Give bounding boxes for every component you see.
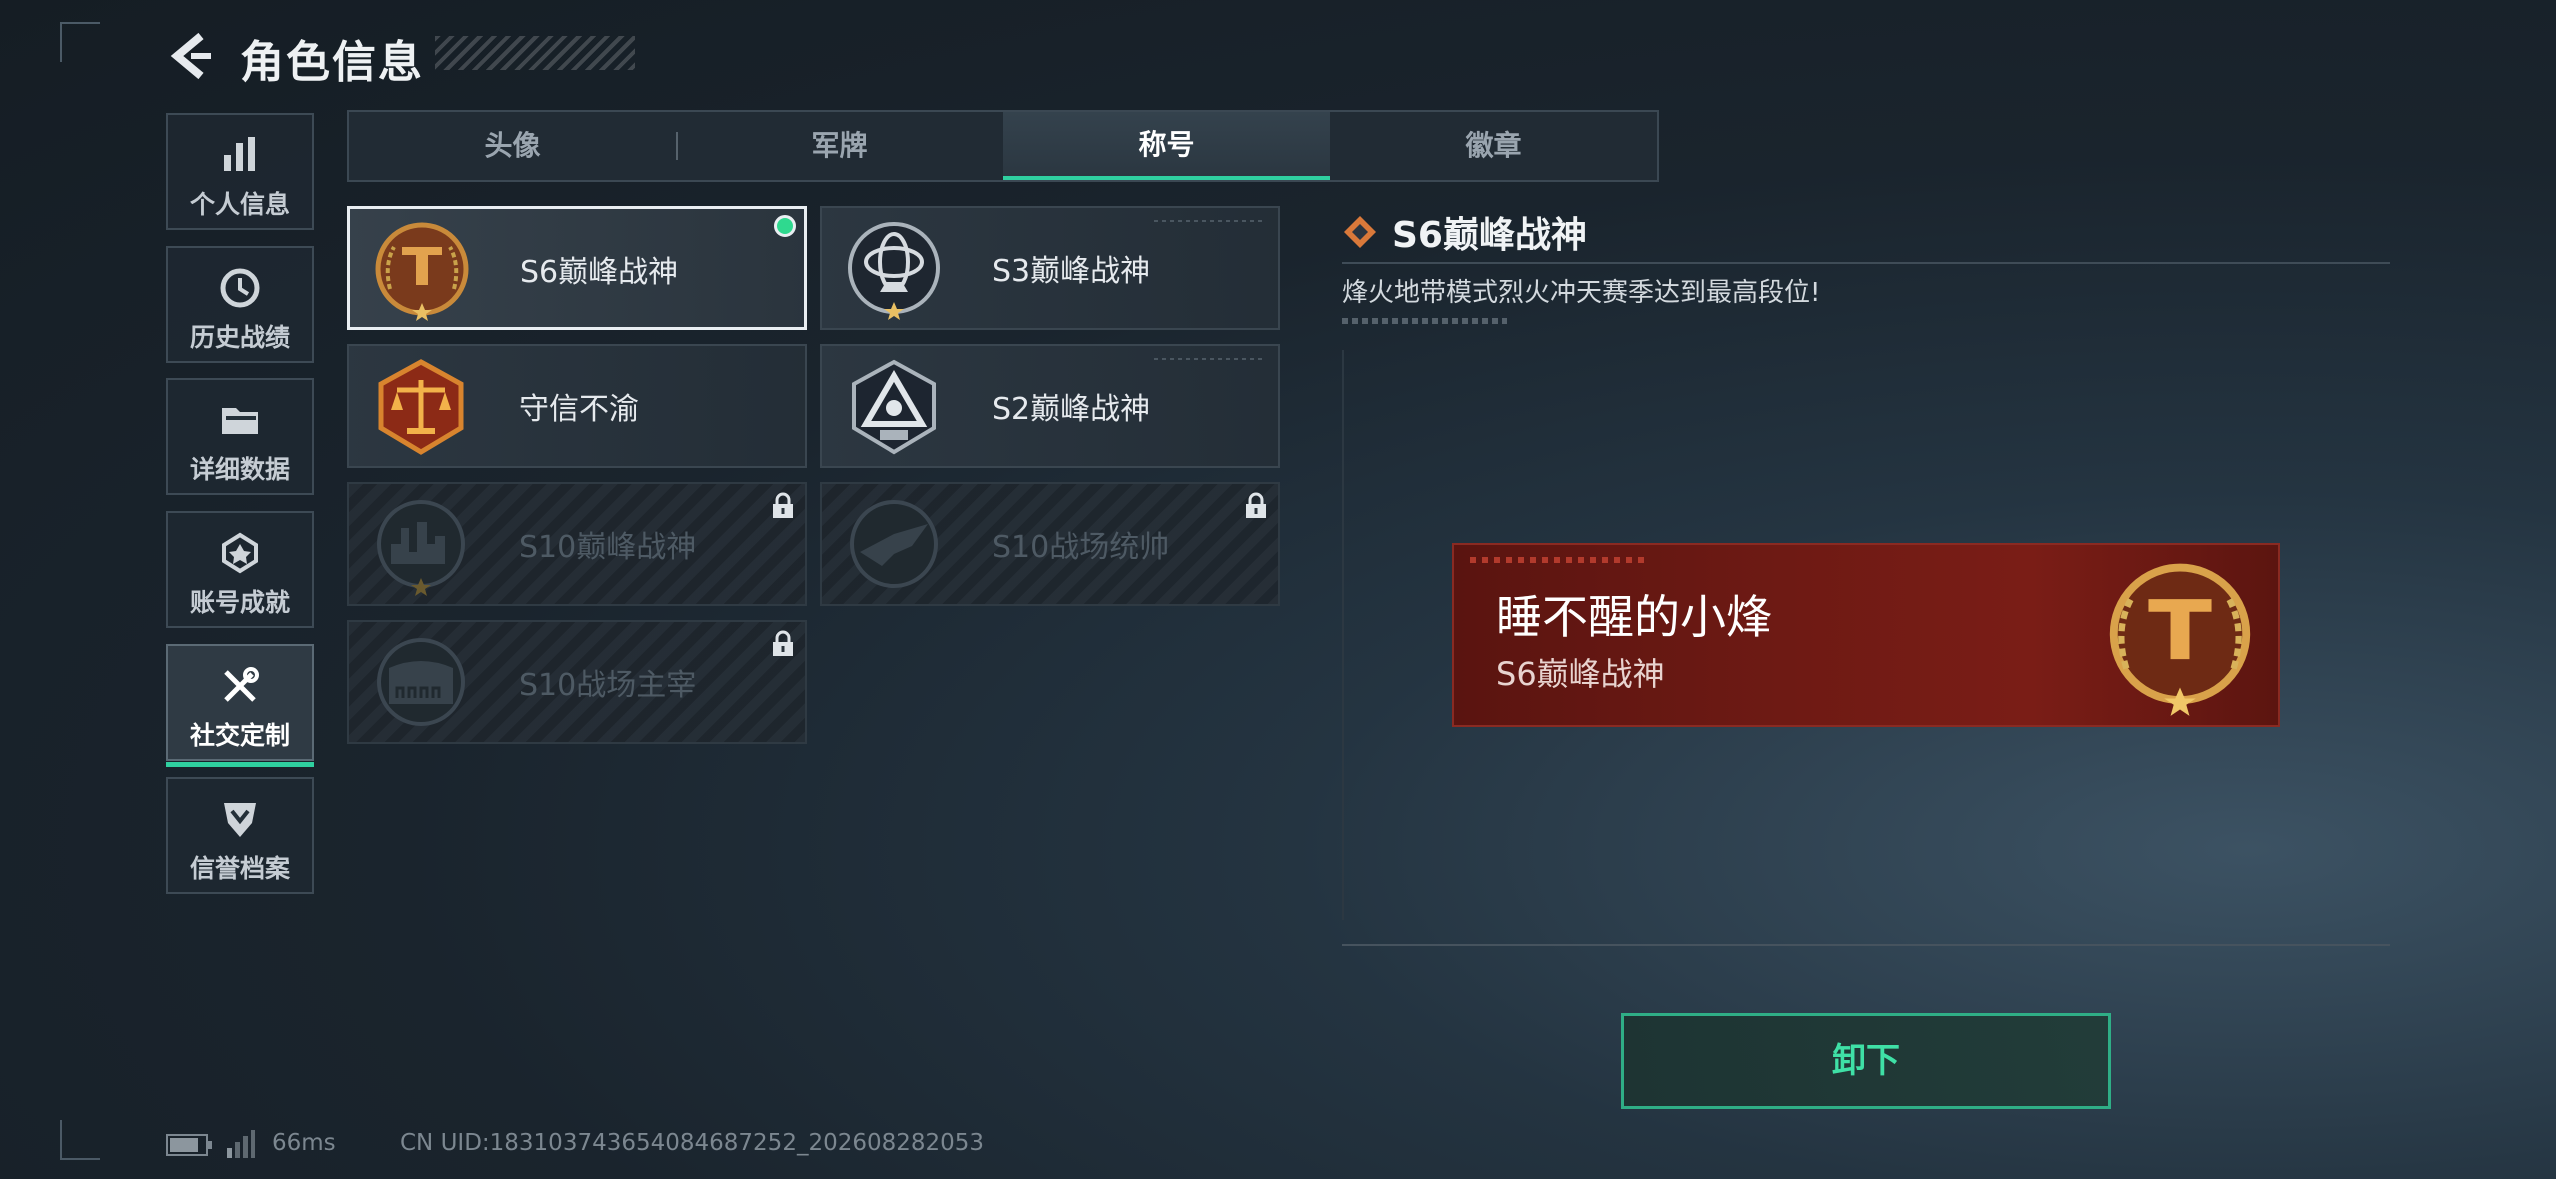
sidebar-item-credit-record[interactable]: 信誉档案 xyxy=(166,777,314,894)
frame-corner-bottom-left xyxy=(60,1120,100,1160)
signal-icon xyxy=(227,1130,255,1158)
city-emblem-icon xyxy=(377,500,465,596)
divider xyxy=(1342,944,2390,946)
title-card[interactable]: 守信不渝 xyxy=(347,344,807,468)
bar-chart-icon xyxy=(224,137,255,171)
title-decoration xyxy=(435,36,635,70)
medal-icon xyxy=(222,532,258,574)
sidebar-item-social-custom[interactable]: 社交定制 xyxy=(166,644,314,767)
nameplate-title: S6巅峰战神 xyxy=(1496,655,1665,693)
title-card-label: 守信不渝 xyxy=(519,392,639,427)
card-decoration xyxy=(1154,220,1264,222)
title-card-label: S10战场统帅 xyxy=(992,530,1170,565)
silver-globe-emblem-icon xyxy=(848,222,940,320)
gold-shield-emblem-icon xyxy=(375,222,469,321)
title-card-label: S10巅峰战神 xyxy=(519,530,697,565)
detail-decoration xyxy=(1342,318,1507,324)
title-card-locked[interactable]: S10巅峰战神 xyxy=(347,482,807,606)
unequip-button[interactable]: 卸下 xyxy=(1621,1013,2111,1109)
sidebar-item-label: 个人信息 xyxy=(189,190,290,219)
tab-avatar[interactable]: 头像 xyxy=(349,112,676,180)
title-card-label: S10战场主宰 xyxy=(519,668,697,703)
sidebar-item-label: 账号成就 xyxy=(189,588,290,617)
history-icon xyxy=(220,268,260,308)
sidebar-item-label: 社交定制 xyxy=(189,721,290,750)
title-card[interactable]: S2巅峰战神 xyxy=(820,344,1280,468)
sidebar-item-label: 历史战绩 xyxy=(189,323,290,352)
tab-dog-tag[interactable]: 军牌 xyxy=(676,112,1003,180)
card-decoration xyxy=(1154,358,1264,360)
detail-title: S6巅峰战神 xyxy=(1392,215,1587,256)
battery-icon xyxy=(166,1134,212,1156)
title-card-locked[interactable]: S10战场统帅 xyxy=(820,482,1280,606)
title-card[interactable]: S3巅峰战神 xyxy=(820,206,1280,330)
title-card-label: S6巅峰战神 xyxy=(520,255,679,290)
title-card-locked[interactable]: S10战场主宰 xyxy=(347,620,807,744)
page-title: 角色信息 xyxy=(240,37,424,88)
user-uid: CN UID:18310374365408468725​2_2026082820… xyxy=(400,1130,985,1156)
lock-icon xyxy=(773,630,793,656)
sidebar-item-achievements[interactable]: 账号成就 xyxy=(166,511,314,628)
jet-emblem-icon xyxy=(850,500,938,588)
diamond-title-icon xyxy=(1344,216,1376,248)
back-arrow-icon[interactable] xyxy=(165,30,217,82)
sidebar-item-personal-info[interactable]: 个人信息 xyxy=(166,113,314,230)
ping-readout: 66ms xyxy=(272,1130,336,1156)
nameplate-decoration xyxy=(1470,557,1650,563)
tab-bar: 头像 军牌 称号 徽章 xyxy=(347,110,1659,182)
folder-icon xyxy=(222,408,258,434)
sidebar-item-label: 详细数据 xyxy=(189,455,290,484)
title-card-label: S3巅峰战神 xyxy=(992,254,1151,289)
nameplate-player-name: 睡不醒的小烽 xyxy=(1496,590,1772,644)
gold-shield-emblem-icon xyxy=(2109,563,2251,716)
scales-emblem-icon xyxy=(378,359,464,455)
tab-badge[interactable]: 徽章 xyxy=(1330,112,1657,180)
title-card[interactable]: S6巅峰战神 xyxy=(347,206,807,330)
shield-icon xyxy=(224,803,256,837)
frame-corner-top-left xyxy=(60,22,100,62)
equipped-indicator xyxy=(774,215,796,237)
title-card-label: S2巅峰战神 xyxy=(992,392,1151,427)
divider xyxy=(1342,262,2390,264)
nameplate-preview: 睡不醒的小烽 S6巅峰战神 xyxy=(1452,543,2280,727)
sidebar-item-detailed-data[interactable]: 详细数据 xyxy=(166,378,314,495)
preview-frame xyxy=(1342,350,1344,920)
sidebar-item-history[interactable]: 历史战绩 xyxy=(166,246,314,363)
tools-icon xyxy=(224,667,259,702)
lock-icon xyxy=(1246,492,1266,518)
tab-title[interactable]: 称号 xyxy=(1003,112,1330,180)
detail-description: 烽火地带模式烈火冲天赛季达到最高段位! xyxy=(1342,278,1821,308)
colosseum-emblem-icon xyxy=(377,638,465,726)
silver-triangle-emblem-icon xyxy=(852,359,936,455)
sidebar-item-label: 信誉档案 xyxy=(189,854,290,883)
lock-icon xyxy=(773,492,793,518)
